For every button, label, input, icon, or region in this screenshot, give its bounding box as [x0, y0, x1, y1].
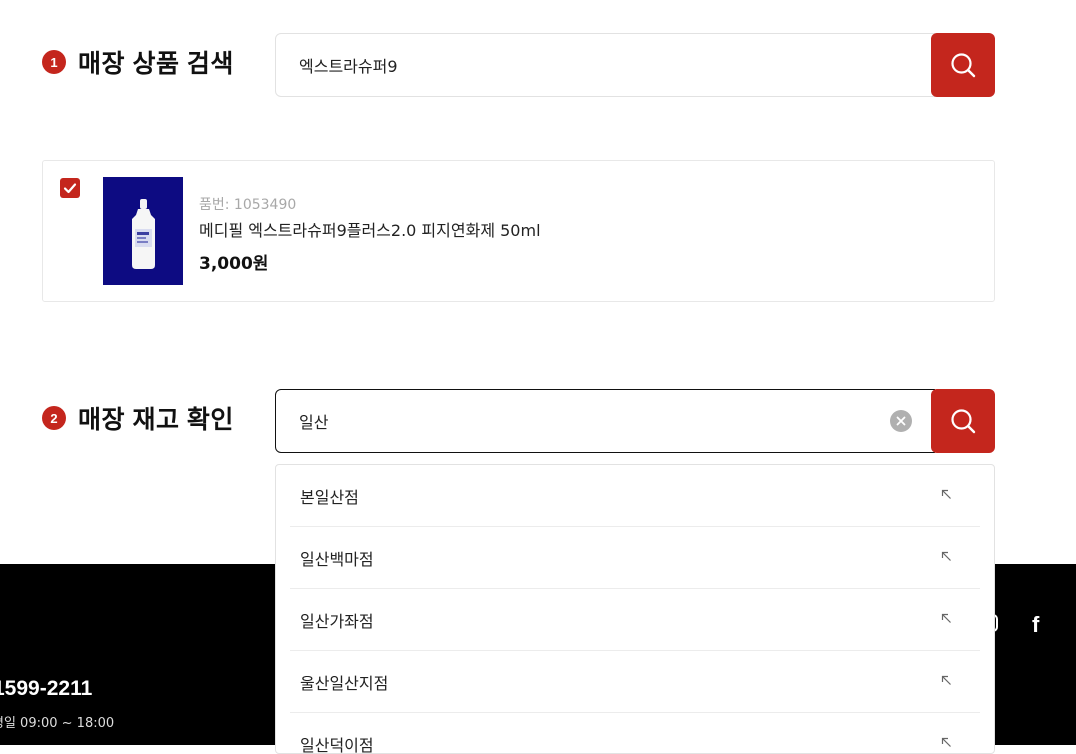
product-search-box: [275, 33, 935, 97]
product-name[interactable]: 메디필 엑스트라슈퍼9플러스2.0 피지연화제 50ml: [199, 217, 541, 241]
store-search-button[interactable]: [931, 389, 995, 453]
section-title: 매장 재고 확인: [78, 400, 234, 436]
product-thumbnail: [103, 177, 183, 285]
arrow-up-left-icon: [941, 737, 952, 748]
clear-icon: [896, 416, 906, 426]
step-number-badge: 1: [42, 50, 66, 74]
arrow-up-left-icon: [941, 551, 952, 562]
store-search-box: [275, 389, 935, 453]
suggestion-item[interactable]: 일산가좌점: [290, 589, 980, 651]
product-select-checkbox[interactable]: [60, 178, 80, 198]
footer-hours: 평일 09:00 ~ 18:00: [0, 712, 114, 731]
footer-phone: 1599-2211: [0, 677, 92, 701]
arrow-up-left-icon: [941, 489, 952, 500]
serum-bottle-image: [103, 177, 183, 285]
product-sku: 품번: 1053490: [199, 194, 296, 214]
suggestion-item[interactable]: 본일산점: [290, 465, 980, 527]
suggestion-item[interactable]: 일산백마점: [290, 527, 980, 589]
store-suggestion-dropdown: 본일산점 일산백마점 일산가좌점 울산일산지점 일산덕이점: [275, 464, 995, 754]
clear-button[interactable]: [890, 410, 912, 432]
suggestion-label: 일산덕이점: [290, 732, 374, 754]
product-search-button[interactable]: [931, 33, 995, 97]
suggestion-label: 본일산점: [290, 484, 359, 508]
suggestion-label: 일산백마점: [290, 546, 374, 570]
arrow-up-left-icon: [941, 613, 952, 624]
facebook-icon[interactable]: f: [1032, 612, 1039, 638]
product-price: 3,000원: [199, 249, 268, 274]
product-search-input[interactable]: [276, 34, 934, 96]
section-store-stock-check: 2 매장 재고 확인: [42, 400, 234, 436]
suggestion-item[interactable]: 울산일산지점: [290, 651, 980, 713]
check-icon: [63, 181, 77, 195]
suggestion-label: 울산일산지점: [290, 670, 388, 694]
store-search-input[interactable]: [276, 390, 890, 452]
search-icon: [950, 52, 976, 78]
search-icon: [950, 408, 976, 434]
product-result-card: 품번: 1053490 메디필 엑스트라슈퍼9플러스2.0 피지연화제 50ml…: [42, 160, 995, 302]
step-number-badge: 2: [42, 406, 66, 430]
suggestion-item[interactable]: 일산덕이점: [290, 713, 980, 754]
suggestion-label: 일산가좌점: [290, 608, 374, 632]
arrow-up-left-icon: [941, 675, 952, 686]
section-title: 매장 상품 검색: [78, 44, 234, 80]
section-store-product-search: 1 매장 상품 검색: [42, 44, 234, 80]
